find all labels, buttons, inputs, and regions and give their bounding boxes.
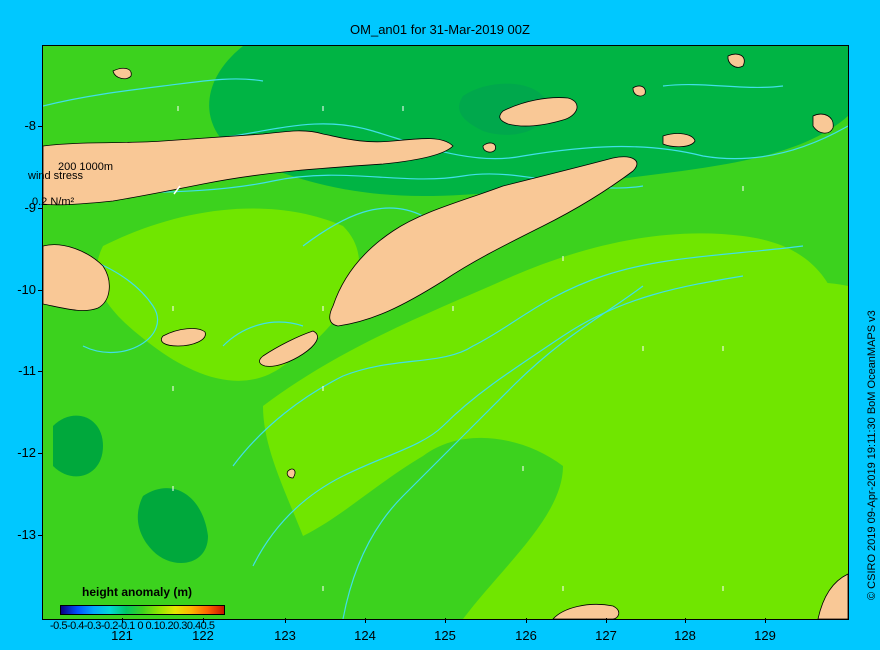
x-tick-mark	[526, 618, 527, 623]
y-tick-mark	[38, 371, 43, 372]
map-canvas	[43, 46, 848, 619]
y-tick-mark	[38, 126, 43, 127]
colorbar-labels: -0.5-0.4-0.3-0.2-0.1 0 0.10.20.30.40.5	[50, 620, 215, 632]
island-small	[482, 142, 496, 153]
x-tick-label: 129	[754, 628, 776, 643]
x-tick-label: 123	[274, 628, 296, 643]
x-tick-mark	[445, 618, 446, 623]
wind-stress-scale: 0.2 N/m²	[32, 196, 75, 208]
x-tick-mark	[765, 618, 766, 623]
x-tick-label: 127	[595, 628, 617, 643]
x-tick-label: 126	[515, 628, 537, 643]
wind-stress-label: wind stress	[28, 170, 84, 182]
y-tick-mark	[38, 453, 43, 454]
y-tick-label: -10	[17, 282, 36, 297]
y-tick-label: -13	[17, 527, 36, 542]
x-tick-mark	[365, 618, 366, 623]
colorbar-title: height anomaly (m)	[82, 585, 193, 599]
y-tick-mark	[38, 208, 43, 209]
x-tick-label: 125	[434, 628, 456, 643]
x-tick-label: 128	[674, 628, 696, 643]
x-tick-mark	[606, 618, 607, 623]
y-tick-mark	[38, 290, 43, 291]
x-tick-label: 124	[354, 628, 376, 643]
map-area[interactable]	[42, 45, 849, 620]
y-tick-label: -8	[24, 118, 36, 133]
y-tick-label: -9	[24, 200, 36, 215]
island-small	[286, 468, 296, 479]
anomaly-low-region	[53, 415, 103, 477]
y-tick-mark	[38, 535, 43, 536]
map-title: OM_an01 for 31-Mar-2019 00Z	[350, 22, 530, 37]
x-tick-mark	[685, 618, 686, 623]
y-tick-label: -11	[18, 363, 36, 378]
island-small	[662, 133, 696, 148]
x-tick-mark	[285, 618, 286, 623]
colorbar	[60, 605, 225, 615]
y-tick-label: -12	[17, 445, 36, 460]
credit-text: © CSIRO 2019 09-Apr-2019 19:11:30 BoM Oc…	[866, 310, 878, 600]
